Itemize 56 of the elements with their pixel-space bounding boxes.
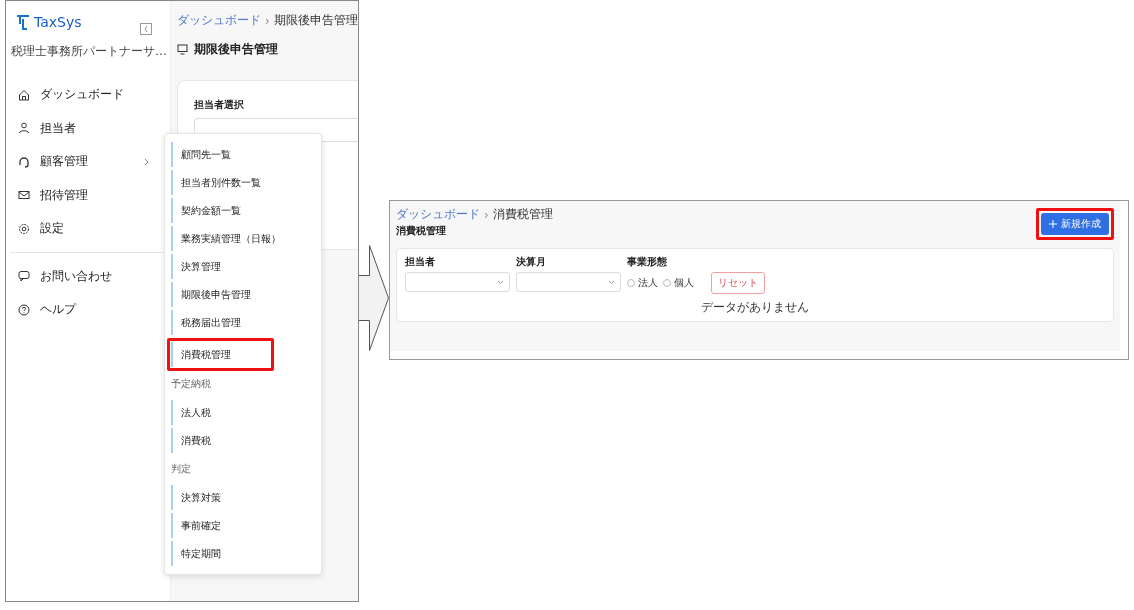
app-logo: TaxSys bbox=[34, 14, 82, 30]
breadcrumb-separator: › bbox=[484, 207, 489, 222]
logo-icon bbox=[16, 14, 30, 30]
field-label: 決算月 bbox=[516, 255, 547, 269]
breadcrumb-separator: › bbox=[265, 13, 270, 28]
submenu-item[interactable]: 決算管理 bbox=[171, 254, 265, 279]
new-button[interactable]: 新規作成 bbox=[1041, 213, 1109, 235]
field-label: 担当者 bbox=[405, 255, 436, 269]
sidebar-item[interactable]: ダッシュボード bbox=[6, 78, 170, 112]
field-label: 事業形態 bbox=[627, 255, 668, 269]
mail-icon bbox=[18, 189, 30, 202]
empty-message: データがありません bbox=[700, 300, 810, 315]
radio-option[interactable]: 法人 bbox=[627, 276, 658, 290]
submenu-heading: 予定納税 bbox=[171, 377, 212, 391]
submenu-item[interactable]: 契約金額一覧 bbox=[171, 198, 265, 223]
submenu-heading: 判定 bbox=[171, 462, 192, 476]
submenu-item[interactable]: 顧問先一覧 bbox=[171, 142, 265, 167]
page-title: 期限後申告管理 bbox=[194, 41, 278, 58]
office-name: 税理士事務所パートナーサ… bbox=[10, 43, 168, 60]
submenu-item[interactable]: 消費税管理 bbox=[171, 342, 265, 367]
submenu-item[interactable]: 税務届出管理 bbox=[171, 310, 265, 335]
breadcrumb-item[interactable]: ダッシュボード bbox=[396, 207, 480, 222]
person-icon bbox=[18, 122, 30, 135]
submenu-item[interactable]: 特定期間 bbox=[171, 541, 265, 566]
submenu-item[interactable]: 期限後申告管理 bbox=[171, 282, 265, 307]
breadcrumb-item[interactable]: ダッシュボード bbox=[177, 13, 261, 28]
select-field[interactable] bbox=[516, 272, 621, 292]
plus-icon bbox=[1049, 220, 1057, 228]
chevron-down-icon bbox=[497, 279, 504, 285]
chat-icon bbox=[18, 270, 30, 283]
submenu-item[interactable]: 担当者別件数一覧 bbox=[171, 170, 275, 195]
headset-icon bbox=[18, 155, 30, 168]
sidebar-item[interactable]: 設定 bbox=[6, 212, 170, 246]
submenu-item[interactable]: 事前確定 bbox=[171, 513, 265, 538]
reset-button[interactable]: リセット bbox=[711, 272, 765, 294]
sidebar-item[interactable]: ヘルプ bbox=[6, 293, 170, 327]
breadcrumb-item: 消費税管理 bbox=[492, 207, 553, 222]
sidebar-item[interactable]: お問い合わせ bbox=[6, 259, 170, 293]
submenu-item[interactable]: 法人税 bbox=[171, 400, 265, 425]
page-title: 消費税管理 bbox=[396, 224, 447, 238]
radio-option[interactable]: 個人 bbox=[663, 276, 694, 290]
sidebar-item[interactable]: 担当者 bbox=[6, 111, 170, 145]
submenu-item[interactable]: 業務実績管理（日報） bbox=[171, 226, 295, 251]
sidebar-item[interactable]: 顧客管理 bbox=[6, 145, 170, 179]
monitor-icon bbox=[177, 44, 188, 55]
collapse-icon[interactable] bbox=[140, 23, 152, 35]
submenu-item[interactable]: 消費税 bbox=[171, 428, 265, 453]
sidebar-item[interactable]: 招待管理 bbox=[6, 178, 170, 212]
home-icon bbox=[18, 88, 30, 101]
field-label: 担当者選択 bbox=[194, 99, 245, 112]
select-field[interactable] bbox=[405, 272, 510, 292]
gear-icon bbox=[18, 222, 30, 235]
submenu-item[interactable]: 決算対策 bbox=[171, 485, 265, 510]
breadcrumb-item: 期限後申告管理 bbox=[273, 13, 358, 28]
chevron-down-icon bbox=[608, 279, 615, 285]
help-icon bbox=[18, 303, 30, 316]
